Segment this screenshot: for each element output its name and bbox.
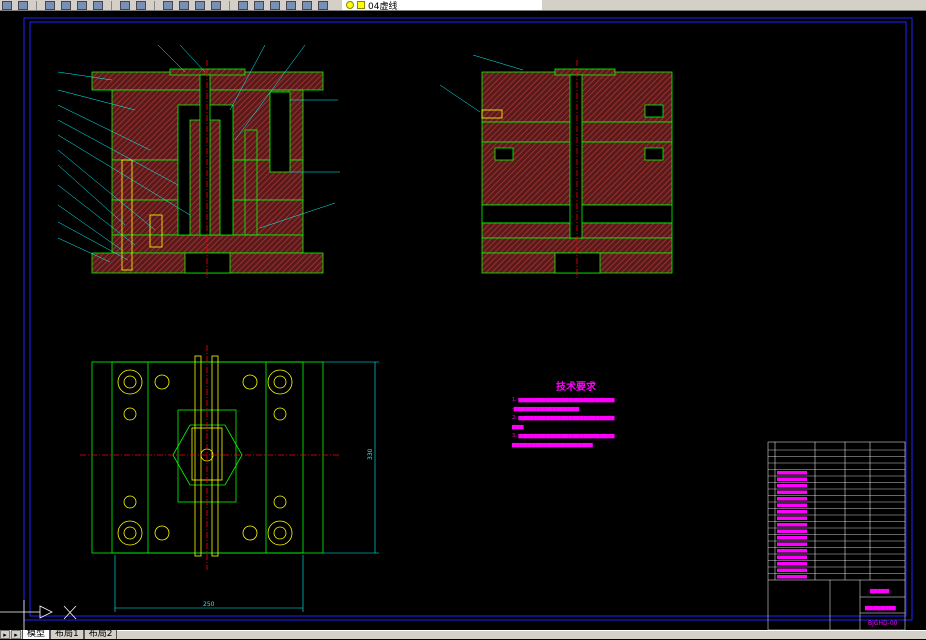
dimensions (114, 361, 379, 612)
match-properties-icon[interactable] (93, 0, 103, 10)
tab-layout1[interactable]: 布局1 (50, 630, 84, 639)
tab-model[interactable]: 模型 (22, 630, 51, 639)
toolbar-separator (111, 0, 112, 10)
properties-icon[interactable] (238, 0, 248, 10)
part-name-text (777, 471, 807, 475)
toolbar-separator (36, 0, 37, 10)
tech-requirement-line: ▆▆▆▆▆▆▆▆▆▆▆▆▆▆▆▆▆▆▆▆▆ (511, 442, 593, 448)
part-name-text (777, 542, 807, 546)
part-name-text (777, 568, 807, 572)
tech-requirement-line: -▆▆▆▆▆▆▆▆▆▆▆▆▆▆▆▆▆ (512, 406, 579, 412)
tech-requirements-title: 技术要求 (556, 380, 597, 393)
part-name-text (777, 490, 807, 494)
toolbar-separator (154, 0, 155, 10)
redo-icon[interactable] (136, 0, 146, 10)
school-name: ▆▆▆▆▆ (869, 588, 889, 594)
part-name-text (777, 477, 807, 481)
tab-layout2[interactable]: 布局2 (83, 630, 118, 639)
tool-palettes-icon[interactable] (270, 0, 280, 10)
layout-tabs: ▸ ▸ 模型 布局1 布局2 (0, 630, 926, 639)
part-name-text (777, 516, 807, 520)
part-name-text (777, 497, 807, 501)
tech-requirement-line: ▆▆▆ (511, 424, 524, 430)
part-name-text (777, 484, 807, 488)
print-icon[interactable] (18, 0, 28, 10)
drawing-number: BJGHD-00 (868, 620, 898, 627)
layer-dropdown[interactable]: 04虚线 (342, 0, 542, 10)
part-name-text (777, 529, 807, 533)
standard-toolbar: 04虚线 (0, 0, 926, 11)
drawing-canvas[interactable]: 250 330 技术要求 1. ▆▆▆▆▆▆▆▆▆▆▆▆▆▆▆▆▆▆▆▆▆▆▆▆… (0, 11, 926, 630)
parts-list-rows (768, 449, 905, 579)
undo-icon[interactable] (120, 0, 130, 10)
part-name-text (777, 503, 807, 507)
cut-icon[interactable] (45, 0, 55, 10)
copy-icon[interactable] (61, 0, 71, 10)
top-plan-view (80, 345, 340, 570)
part-name-text (777, 523, 807, 527)
layers-icon[interactable] (318, 0, 328, 10)
help-icon[interactable] (302, 0, 312, 10)
tech-requirement-line: 3. ▆▆▆▆▆▆▆▆▆▆▆▆▆▆▆▆▆▆▆▆▆▆▆▆▆ (512, 433, 615, 439)
dimension-height: 330 (367, 448, 374, 460)
layer-color-icon (357, 1, 365, 9)
toolbar-separator (229, 0, 230, 10)
paste-icon[interactable] (77, 0, 87, 10)
part-name-text (777, 549, 807, 553)
side-section-view (481, 60, 673, 280)
part-name-text (777, 555, 807, 559)
drawing-name: ▆▆▆▆▆▆▆▆ (864, 605, 896, 611)
part-name-text (777, 562, 807, 566)
part-name-text (777, 510, 807, 514)
tech-requirement-line: 1. ▆▆▆▆▆▆▆▆▆▆▆▆▆▆▆▆▆▆▆▆▆▆▆▆▆ (512, 397, 615, 403)
tab-scroll-next-button[interactable]: ▸ (11, 630, 21, 639)
calculator-icon[interactable] (286, 0, 296, 10)
zoom-window-icon[interactable] (195, 0, 205, 10)
part-name-text (777, 536, 807, 540)
zoom-previous-icon[interactable] (211, 0, 221, 10)
dimension-width: 250 (203, 601, 215, 608)
front-section-view (91, 60, 324, 280)
design-center-icon[interactable] (254, 0, 264, 10)
tech-requirements-text: 1. ▆▆▆▆▆▆▆▆▆▆▆▆▆▆▆▆▆▆▆▆▆▆▆▆▆ -▆▆▆▆▆▆▆▆▆▆… (511, 397, 615, 448)
pan-icon[interactable] (163, 0, 173, 10)
part-name-text (777, 575, 807, 579)
zoom-realtime-icon[interactable] (179, 0, 189, 10)
save-icon[interactable] (2, 0, 12, 10)
tech-requirement-line: 2. ▆▆▆▆▆▆▆▆▆▆▆▆▆▆▆▆▆▆▆▆▆▆▆▆▆ (512, 415, 615, 421)
layer-name: 04虚线 (368, 1, 398, 11)
ucs-icon (0, 600, 77, 630)
layer-on-icon (346, 1, 354, 9)
tab-scroll-first-button[interactable]: ▸ (0, 630, 10, 639)
